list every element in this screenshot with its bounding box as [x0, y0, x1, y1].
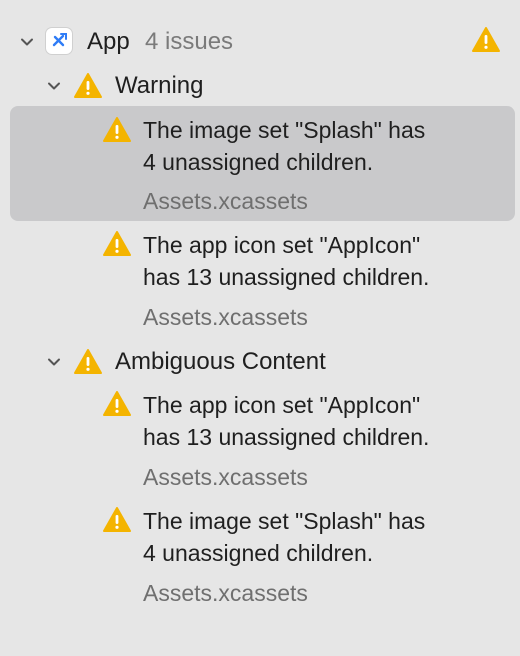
warning-icon [74, 349, 102, 374]
issue-count: 4 issues [145, 28, 234, 55]
chevron-down-icon[interactable] [47, 79, 61, 93]
issue-message-line1: The app icon set "AppIcon" [143, 392, 421, 418]
issue-message-line1: The image set "Splash" has [143, 508, 426, 534]
issue-message-line2: 4 unassigned children. [143, 149, 374, 175]
issue-message-line2: has 13 unassigned children. [143, 424, 430, 450]
issue-row[interactable]: The image set "Splash" has 4 unassigned … [0, 106, 520, 221]
issue-file: Assets.xcassets [143, 580, 308, 606]
issue-file: Assets.xcassets [143, 304, 308, 330]
issue-row[interactable]: The app icon set "AppIcon" has 13 unassi… [0, 382, 520, 497]
issue-message-line1: The app icon set "AppIcon" [143, 232, 421, 258]
issue-message-line2: 4 unassigned children. [143, 540, 374, 566]
warning-icon [74, 73, 102, 98]
warning-icon [103, 231, 131, 256]
project-name: App [87, 28, 130, 55]
project-row[interactable]: App 4 issues [0, 24, 520, 60]
group-warning[interactable]: Warning [0, 68, 520, 104]
chevron-down-icon[interactable] [47, 355, 61, 369]
warning-icon [472, 27, 500, 52]
xcode-project-icon [46, 28, 72, 54]
group-label: Ambiguous Content [115, 348, 326, 375]
warning-icon [103, 117, 131, 142]
group-label: Warning [115, 72, 204, 99]
chevron-down-icon[interactable] [20, 35, 34, 49]
issue-message-line1: The image set "Splash" has [143, 117, 426, 143]
group-ambiguous-content[interactable]: Ambiguous Content [0, 344, 520, 380]
warning-icon [103, 507, 131, 532]
warning-icon [103, 391, 131, 416]
issue-message-line2: has 13 unassigned children. [143, 264, 430, 290]
issue-row[interactable]: The image set "Splash" has 4 unassigned … [0, 498, 520, 613]
issue-file: Assets.xcassets [143, 188, 308, 214]
issue-row[interactable]: The app icon set "AppIcon" has 13 unassi… [0, 222, 520, 337]
issue-file: Assets.xcassets [143, 464, 308, 490]
